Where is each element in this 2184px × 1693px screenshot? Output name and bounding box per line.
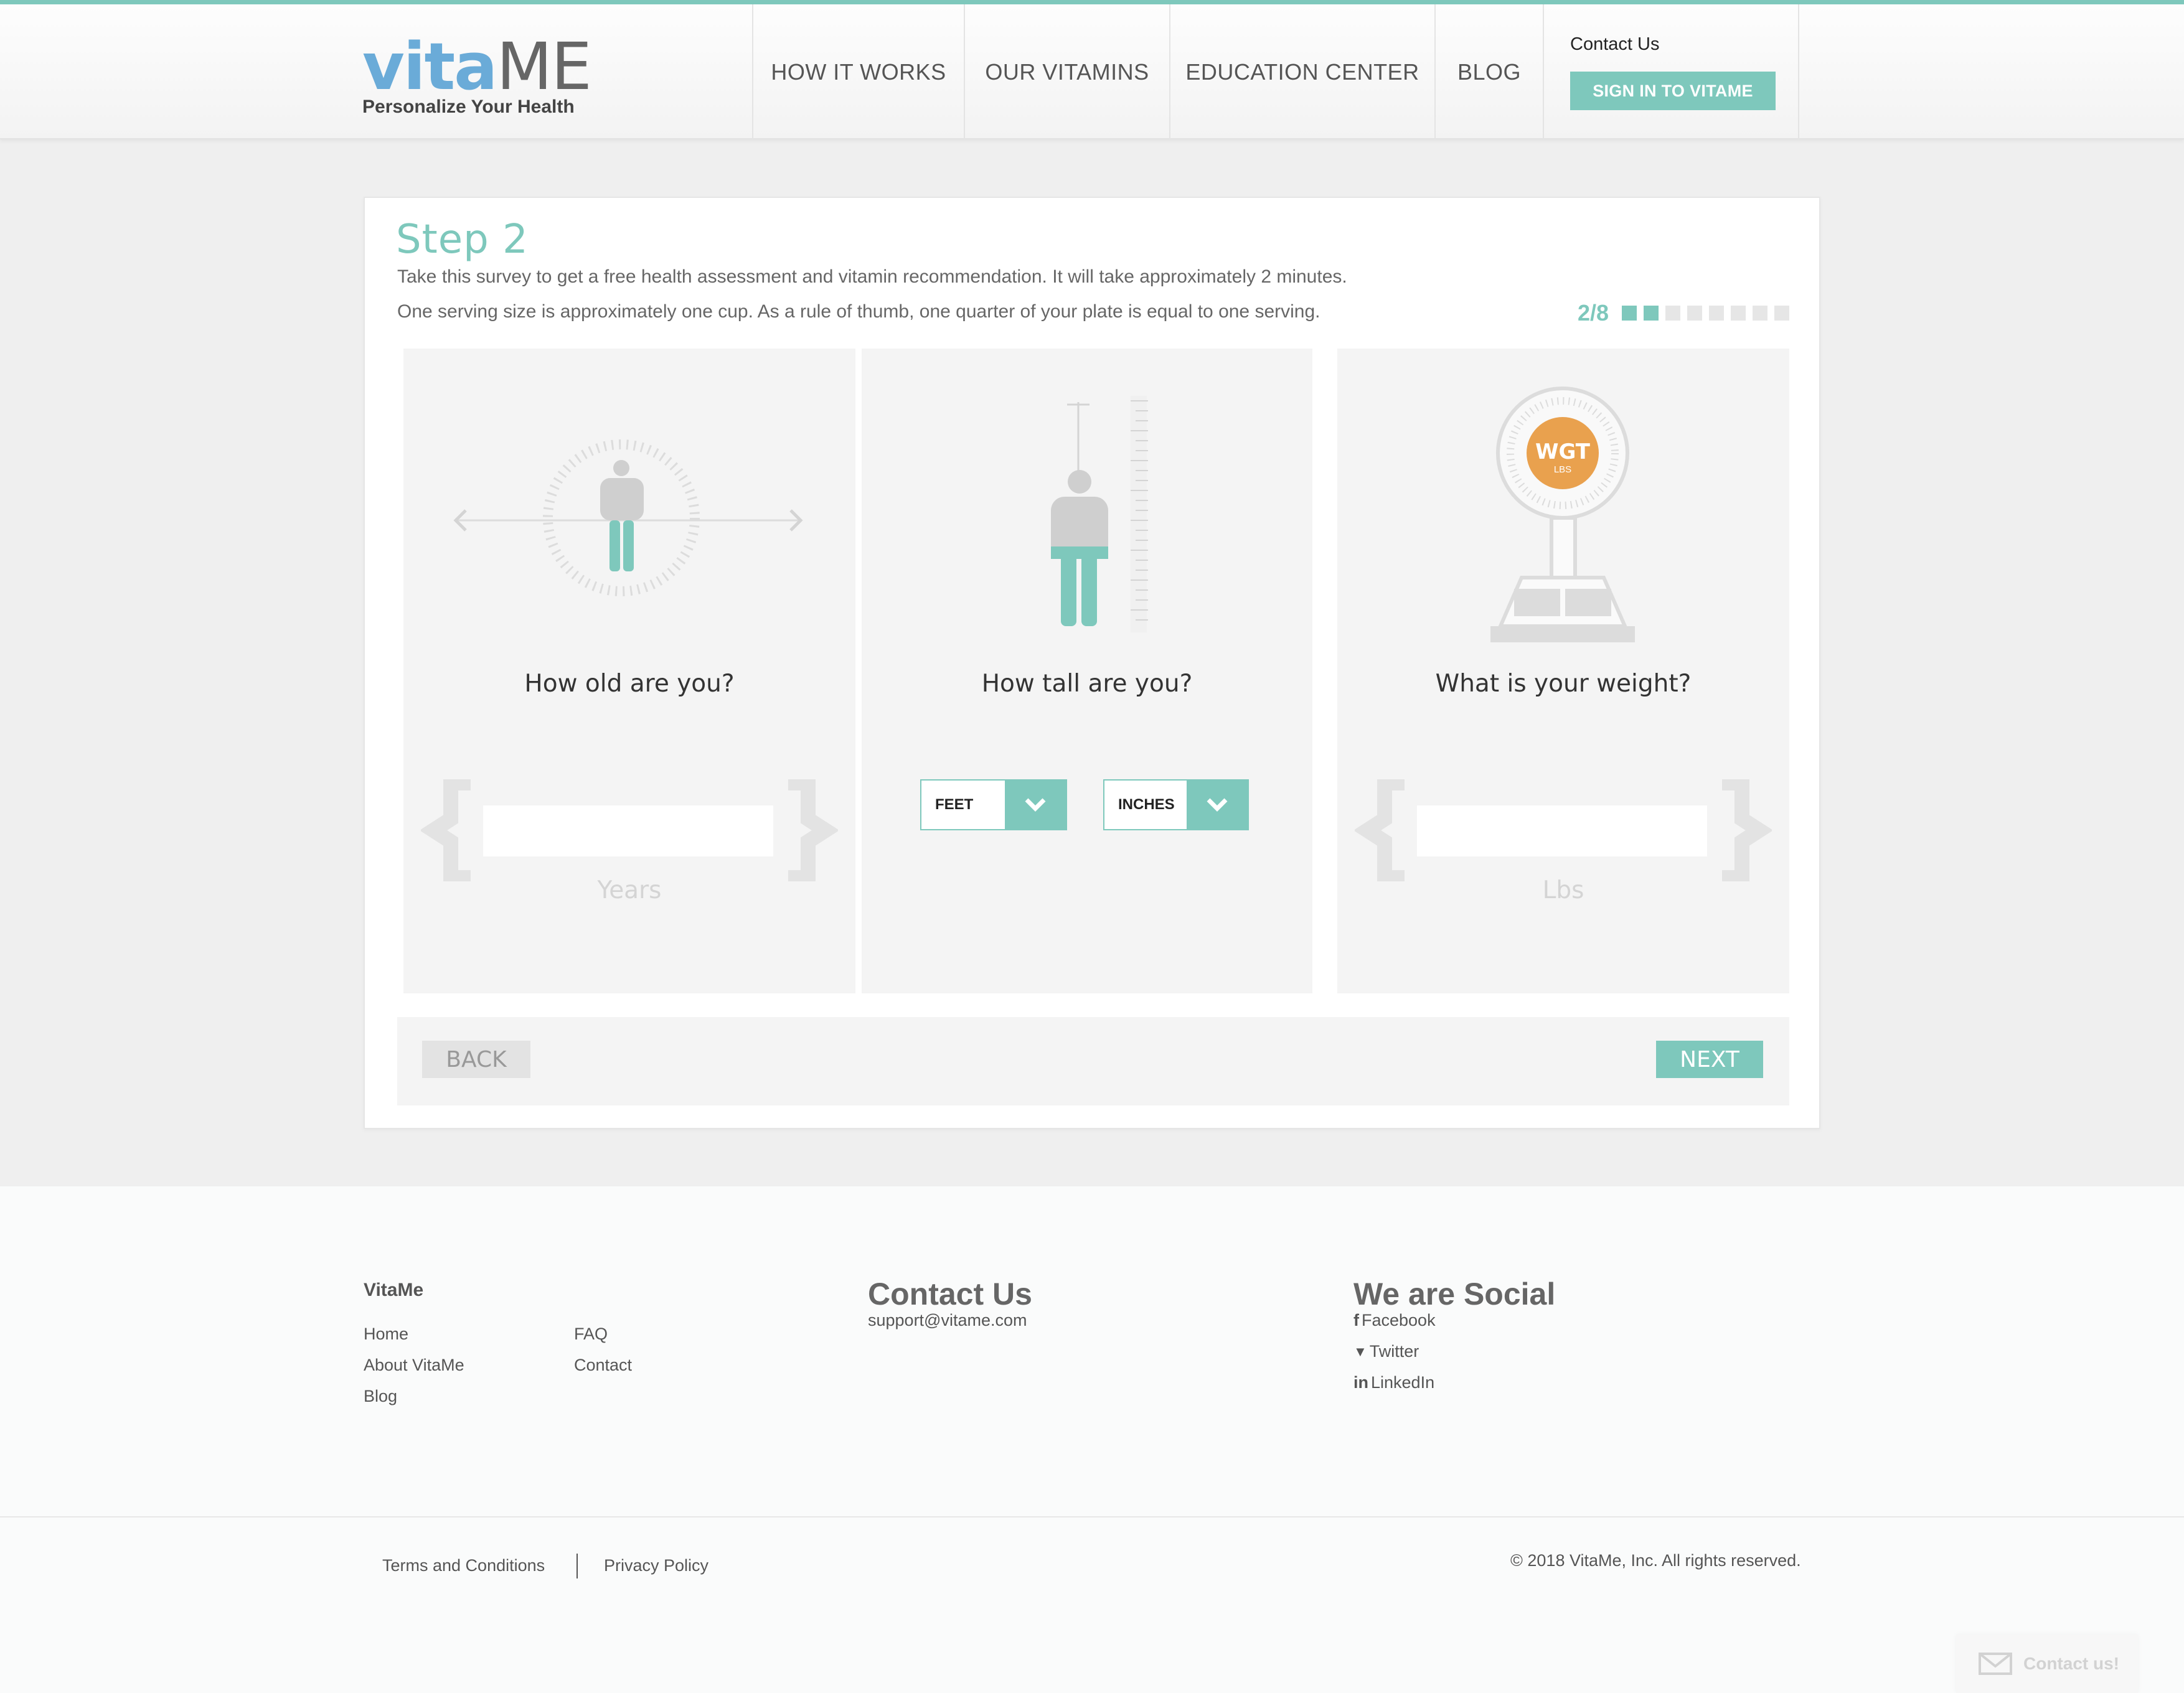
left-bracket-icon (1355, 779, 1405, 881)
footer-social-facebook[interactable]: f Facebook (1353, 1311, 1436, 1330)
intro-text-2: One serving size is approximately one cu… (397, 301, 1320, 322)
footer-link-faq[interactable]: FAQ (574, 1325, 608, 1344)
height-illustration (1051, 396, 1148, 632)
footer-social-twitter[interactable]: ▼ Twitter (1353, 1342, 1419, 1361)
terms-link[interactable]: Terms and Conditions (382, 1556, 545, 1575)
progress-indicator: 2/8 (1578, 300, 1790, 326)
footer-contact-email[interactable]: support@vitame.com (868, 1311, 1027, 1330)
right-bracket-icon (1722, 779, 1772, 881)
age-input[interactable] (483, 805, 773, 856)
footer-brand: VitaMe (364, 1280, 424, 1300)
site-footer: VitaMe Home About VitaMe Blog FAQ Contac… (0, 1186, 2184, 1693)
logo-vita: vita (362, 29, 497, 105)
logo-tagline: Personalize Your Health (362, 96, 575, 117)
back-button[interactable]: BACK (422, 1041, 530, 1078)
linkedin-label: LinkedIn (1371, 1373, 1435, 1392)
linkedin-icon: in (1353, 1373, 1368, 1392)
footer-link-contact[interactable]: Contact (574, 1356, 632, 1375)
feet-select-label: FEET (935, 796, 974, 813)
footer-social-linkedin[interactable]: in LinkedIn (1353, 1373, 1434, 1392)
footer-link-home[interactable]: Home (364, 1325, 408, 1344)
next-button[interactable]: NEXT (1656, 1041, 1763, 1078)
progress-dot (1774, 306, 1790, 321)
progress-dot (1622, 306, 1637, 321)
main-nav: HOW IT WORKS OUR VITAMINS EDUCATION CENT… (752, 4, 1799, 139)
survey-card: Step 2 Take this survey to get a free he… (364, 197, 1820, 1129)
scale-sublabel: LBS (1553, 464, 1572, 475)
logo-me: ME (496, 29, 591, 105)
footer-link-blog[interactable]: Blog (364, 1387, 397, 1406)
inches-select-label: INCHES (1118, 796, 1175, 813)
progress-dot (1665, 306, 1681, 321)
footer-contact-heading: Contact Us (868, 1277, 1032, 1311)
weight-input[interactable] (1417, 805, 1707, 856)
age-panel: How old are you? Years (403, 349, 855, 993)
age-unit-label: Years (597, 876, 662, 904)
nav-education-center[interactable]: EDUCATION CENTER (1169, 4, 1434, 139)
age-question: How old are you? (524, 670, 735, 698)
contact-widget-label: Contact us! (2023, 1654, 2119, 1673)
facebook-icon: f (1353, 1311, 1359, 1330)
scale-label: WGT (1535, 439, 1590, 464)
contact-us-widget[interactable]: Contact us! (1956, 1634, 2138, 1693)
survey-nav-bar: BACK NEXT (397, 1017, 1789, 1105)
left-bracket-icon (421, 779, 471, 881)
footer-link-about[interactable]: About VitaMe (364, 1356, 464, 1375)
inches-select[interactable]: INCHES (1103, 779, 1249, 830)
nav-how-it-works[interactable]: HOW IT WORKS (752, 4, 964, 139)
footer-divider (0, 1516, 2184, 1517)
progress-dot (1731, 306, 1746, 321)
age-illustration (453, 439, 803, 596)
site-header: vitaME Personalize Your Health HOW IT WO… (0, 0, 2184, 139)
right-bracket-icon (788, 779, 838, 881)
weight-panel: WGT LBS What is your weight? Lbs (1337, 349, 1789, 993)
legal-separator (577, 1554, 578, 1578)
weight-unit-label: Lbs (1542, 876, 1584, 904)
nav-account-area: Contact Us SIGN IN TO VITAME (1543, 4, 1799, 139)
twitter-label: Twitter (1369, 1342, 1419, 1361)
chevron-down-icon (1187, 781, 1248, 829)
step-title: Step 2 (396, 217, 529, 263)
scale-illustration (1490, 387, 1635, 642)
height-panel: How tall are you? FEET INCHES (862, 349, 1312, 993)
sign-in-button[interactable]: SIGN IN TO VITAME (1570, 72, 1776, 110)
nav-our-vitamins[interactable]: OUR VITAMINS (964, 4, 1169, 139)
progress-dot (1753, 306, 1768, 321)
progress-text: 2/8 (1578, 300, 1609, 326)
intro-text-1: Take this survey to get a free health as… (397, 266, 1347, 287)
vitame-logo[interactable]: vitaME Personalize Your Health (362, 34, 592, 118)
copyright-text: © 2018 VitaMe, Inc. All rights reserved. (1510, 1551, 1801, 1570)
envelope-icon (1979, 1653, 2012, 1675)
progress-dot (1687, 306, 1703, 321)
height-question: How tall are you? (981, 670, 1193, 698)
nav-blog[interactable]: BLOG (1434, 4, 1543, 139)
weight-question: What is your weight? (1435, 670, 1692, 698)
contact-us-link[interactable]: Contact Us (1570, 34, 1659, 55)
feet-select[interactable]: FEET (920, 779, 1067, 830)
progress-dot (1709, 306, 1725, 321)
progress-dot (1644, 306, 1659, 321)
chevron-down-icon (1005, 781, 1066, 829)
footer-social-heading: We are Social (1353, 1277, 1556, 1311)
twitter-icon: ▼ (1353, 1343, 1367, 1359)
facebook-label: Facebook (1362, 1311, 1436, 1330)
logo-wordmark: vitaME (362, 34, 592, 99)
privacy-link[interactable]: Privacy Policy (604, 1556, 708, 1575)
